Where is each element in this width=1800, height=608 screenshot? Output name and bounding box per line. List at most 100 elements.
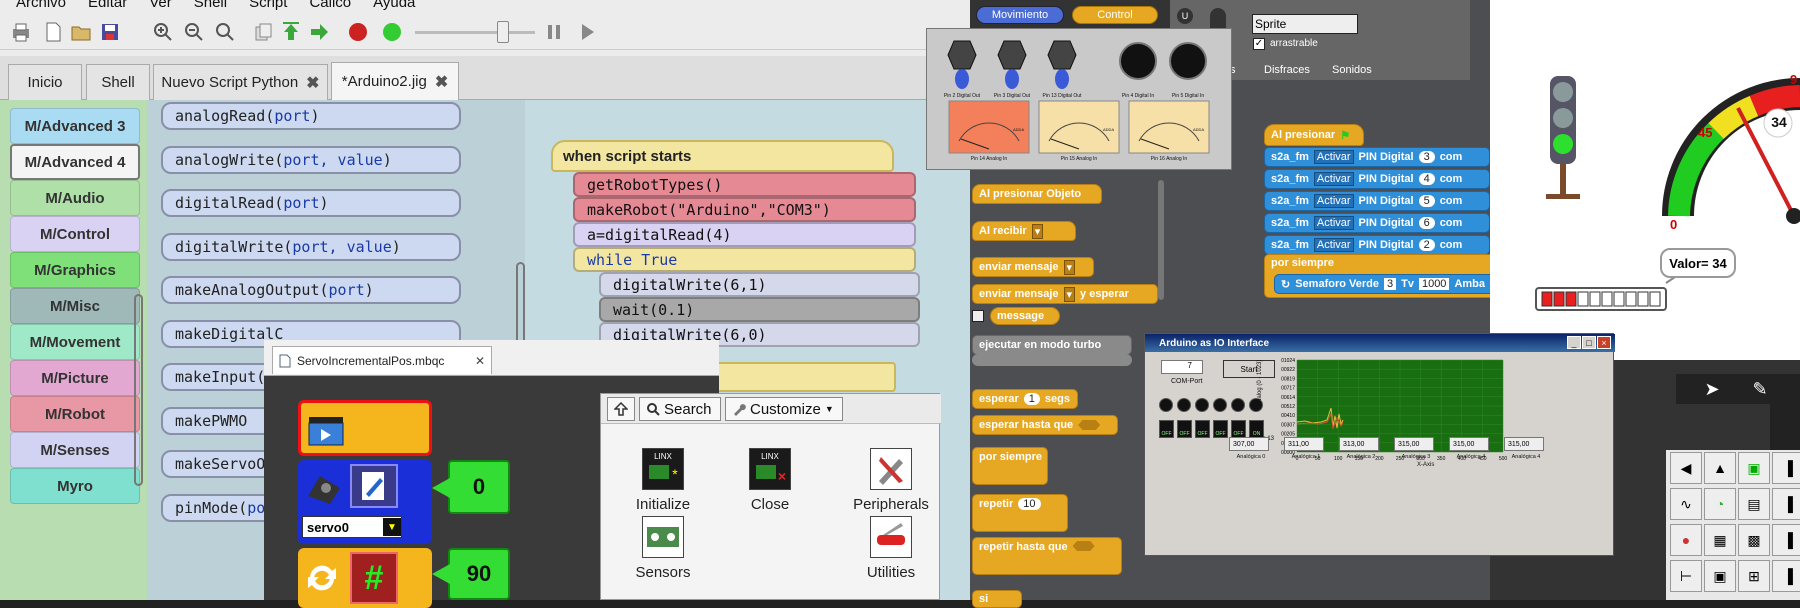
play-icon[interactable] <box>576 21 598 43</box>
semaforo-call-block[interactable]: ↻ Semaforo Verde 3 Tv 1000 Amba <box>1274 274 1504 294</box>
back-arrow-icon[interactable]: ◀ <box>1670 452 1702 484</box>
category-m-picture[interactable]: M/Picture <box>10 360 140 396</box>
menu-editar[interactable]: Editar <box>88 0 127 11</box>
zoom-reset-icon[interactable] <box>214 21 236 43</box>
print-icon[interactable] <box>10 21 32 43</box>
linx-close[interactable]: LINX × Close <box>730 448 810 513</box>
al-presionar-objeto-block[interactable]: Al presionar Objeto <box>972 184 1102 204</box>
repetir-hasta-block[interactable]: repetir hasta que <box>972 537 1122 575</box>
open-folder-icon[interactable] <box>70 21 92 43</box>
pin-digital-block[interactable]: s2a_fm Activar PIN Digital 5 com <box>1264 191 1490 211</box>
linx-utilities[interactable]: Utilities <box>843 516 939 581</box>
menu-ver[interactable]: Ver <box>149 0 172 11</box>
menu-calico[interactable]: Cálico <box>309 0 351 11</box>
pause-icon[interactable] <box>543 21 565 43</box>
close-icon[interactable]: ✕ <box>475 354 485 368</box>
esperar-block[interactable]: esperar 1 segs <box>972 389 1078 409</box>
customize-button[interactable]: Customize ▼ <box>725 397 843 421</box>
esperar-input[interactable]: 1 <box>1023 393 1040 405</box>
category-movimiento[interactable]: Movimiento <box>976 6 1064 24</box>
menu-script[interactable]: Script <box>249 0 287 11</box>
chevron-down-icon[interactable]: ▾ <box>1031 223 1044 239</box>
script-line[interactable]: getRobotTypes() <box>573 172 916 197</box>
digital-output-toggle[interactable]: OFF <box>1159 420 1174 438</box>
speed-slider[interactable] <box>415 31 535 34</box>
bracket-icon[interactable]: ▐ <box>1772 488 1800 520</box>
tab-sonidos[interactable]: Sonidos <box>1332 64 1372 76</box>
category-m-misc[interactable]: M/Misc <box>10 288 140 324</box>
category-m-audio[interactable]: M/Audio <box>10 180 140 216</box>
arrow-pointer-icon[interactable]: ➤ <box>1694 376 1730 402</box>
pin-number[interactable]: 4 <box>1418 173 1435 185</box>
servo-value-bottom[interactable]: 90 <box>448 548 510 600</box>
linx-initialize[interactable]: LINX * Initialize <box>623 448 703 513</box>
close-icon[interactable]: ✖ <box>435 72 448 92</box>
knob[interactable] <box>947 40 977 70</box>
knob[interactable] <box>997 40 1027 70</box>
enviar-y-esperar-block[interactable]: enviar mensaje ▾ y esperar <box>972 284 1158 304</box>
box-icon[interactable]: ▣ <box>1704 560 1736 592</box>
tab-inicio[interactable]: Inicio <box>8 64 82 100</box>
pin-digital-block[interactable]: s2a_fm Activar PIN Digital 6 com <box>1264 213 1490 233</box>
turbo-block[interactable]: ejecutar en modo turbo <box>972 335 1132 355</box>
action-dropdown[interactable]: Activar <box>1313 216 1354 230</box>
menu-ayuda[interactable]: Ayuda <box>373 0 415 11</box>
pin-digital-block[interactable]: s2a_fm Activar PIN Digital 3 com <box>1264 147 1490 167</box>
toolbox-icon[interactable]: ⊞ <box>1738 560 1770 592</box>
chevron-down-icon[interactable]: ▾ <box>1063 259 1076 275</box>
color-wheel-icon[interactable]: ● <box>1670 524 1702 556</box>
category-m-advanced-3[interactable]: M/Advanced 3 <box>10 108 140 144</box>
grid-icon[interactable]: ▩ <box>1738 524 1770 556</box>
al-presionar-hat[interactable]: Al presionar ⚑ <box>1264 124 1364 146</box>
save-icon[interactable] <box>99 21 121 43</box>
palette-block-analogwrite[interactable]: analogWrite(port, value) <box>161 145 461 174</box>
digital-output-toggle[interactable]: OFF <box>1177 420 1192 438</box>
message-reporter[interactable]: message <box>990 307 1060 325</box>
script-line[interactable]: while True <box>573 247 916 272</box>
palette-block-makeanalogoutput[interactable]: makeAnalogOutput(port) <box>161 276 461 304</box>
category-m-advanced-4[interactable]: M/Advanced 4 <box>10 144 140 180</box>
script-line[interactable]: wait(0.1) <box>599 297 920 322</box>
pin-digital-block[interactable]: s2a_fm Activar PIN Digital 2 com <box>1264 235 1490 255</box>
tree-icon[interactable]: ⊢ <box>1670 560 1702 592</box>
call-tv-value[interactable]: 1000 <box>1418 278 1450 290</box>
bracket-icon[interactable]: ▐ <box>1772 452 1800 484</box>
action-dropdown[interactable]: Activar <box>1313 194 1354 208</box>
run-icon[interactable] <box>381 21 403 43</box>
menu-shell[interactable]: Shell <box>194 0 227 11</box>
boolean-slot[interactable] <box>1078 420 1101 430</box>
category-m-control[interactable]: M/Control <box>10 216 140 252</box>
servo-file-tab[interactable]: ServoIncrementalPos.mbqc ✕ <box>272 346 492 374</box>
palette-block-digitalwrite[interactable]: digitalWrite(port, value) <box>161 232 461 261</box>
digital-output-toggle[interactable]: OFF <box>1195 420 1210 438</box>
category-myro[interactable]: Myro <box>10 468 140 504</box>
sprite-thumbnail[interactable] <box>1770 404 1800 454</box>
pin-number[interactable]: 2 <box>1418 239 1435 251</box>
action-dropdown[interactable]: Activar <box>1313 238 1354 252</box>
close-icon[interactable]: ✖ <box>306 73 319 93</box>
pin-number[interactable]: 5 <box>1418 195 1435 207</box>
save-vm-icon[interactable]: ▤ <box>1738 488 1770 520</box>
dialog-icon[interactable]: ▣ <box>1738 452 1770 484</box>
search-button[interactable]: Search <box>639 397 721 421</box>
tab-nuevo-script[interactable]: Nuevo Script Python ✖ <box>153 64 328 100</box>
palette-scrollbar[interactable] <box>1158 180 1164 300</box>
sprite-name-input[interactable]: Sprite <box>1252 14 1358 34</box>
gauge-icon[interactable]: ◔ <box>1704 488 1736 520</box>
when-script-starts-block[interactable]: when script starts <box>551 140 894 172</box>
rotation-icon[interactable]: U <box>1177 8 1193 24</box>
zoom-out-icon[interactable] <box>183 21 205 43</box>
script-line[interactable]: digitalWrite(6,1) <box>599 272 920 297</box>
digital-output-toggle[interactable]: OFF <box>1213 420 1228 438</box>
category-m-movement[interactable]: M/Movement <box>10 324 140 360</box>
por-siempre-block[interactable]: por siempre <box>972 447 1048 485</box>
upload-icon[interactable] <box>280 21 302 43</box>
com-port-input[interactable]: 7 <box>1161 360 1203 374</box>
tab-shell[interactable]: Shell <box>86 64 150 100</box>
linx-sensors[interactable]: Sensors <box>623 516 703 581</box>
repetir-block[interactable]: repetir 10 <box>972 494 1068 532</box>
palette-block-analogread[interactable]: analogRead(port) <box>161 102 461 130</box>
speed-slider-thumb[interactable] <box>497 21 509 43</box>
action-dropdown[interactable]: Activar <box>1313 172 1354 186</box>
chevron-down-icon[interactable]: ▾ <box>1063 286 1076 302</box>
